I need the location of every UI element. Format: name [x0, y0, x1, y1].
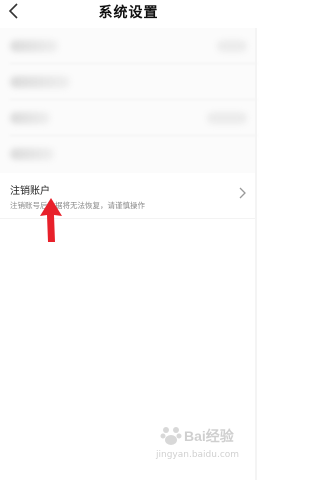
blurred-setting-row[interactable] — [0, 136, 257, 172]
blurred-label — [10, 76, 70, 88]
blurred-settings-list — [0, 28, 257, 173]
baidu-jingyan-watermark: Bai经验 jingyan.baidu.com — [150, 420, 255, 476]
cancel-account-subtitle: 注销账号后数据将无法恢复，请谨慎操作 — [10, 201, 145, 210]
blurred-label — [10, 148, 54, 160]
blurred-label — [10, 112, 50, 124]
top-bar: 系统设置 — [0, 0, 257, 28]
blurred-setting-row[interactable] — [0, 28, 257, 64]
blurred-setting-row[interactable] — [0, 64, 257, 100]
blurred-value — [217, 40, 247, 52]
cancel-account-title: 注销账户 — [10, 186, 50, 197]
blurred-setting-row[interactable] — [0, 100, 257, 136]
paw-logo-icon — [160, 427, 182, 445]
blurred-value — [207, 112, 247, 124]
page-title: 系统设置 — [98, 5, 159, 21]
scroll-edge — [255, 28, 257, 480]
blurred-label — [10, 40, 58, 52]
chevron-right-icon — [239, 187, 246, 199]
red-arrow-annotation-icon — [40, 198, 62, 242]
watermark-url: jingyan.baidu.com — [156, 450, 240, 460]
watermark-logo-text: Bai经验 — [184, 428, 234, 444]
